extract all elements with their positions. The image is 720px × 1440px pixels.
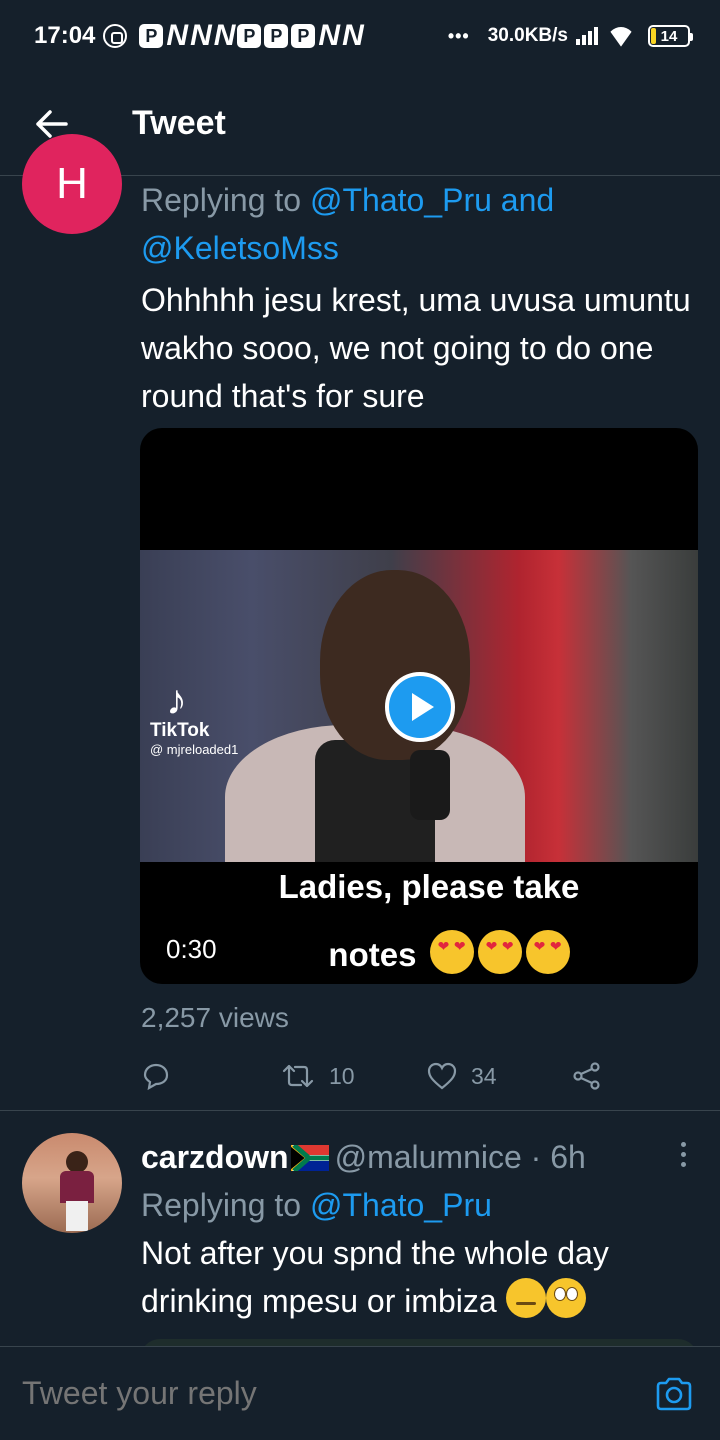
tweet-body: Replying to @Thato_Pru Not after you spn…: [141, 1181, 698, 1325]
battery-level: 14: [660, 27, 678, 45]
notification-p-icon: P: [237, 24, 262, 48]
network-speed: 30.0KB/s: [487, 25, 568, 46]
mention-link[interactable]: @Thato_Pru: [310, 1187, 492, 1223]
notification-n-icon: N: [318, 19, 340, 52]
status-left: 17:04 P N N N P P P N N: [34, 19, 364, 52]
like-count: 34: [471, 1062, 497, 1089]
south-africa-flag-icon: [290, 1145, 329, 1171]
replying-prefix: Replying to: [141, 182, 310, 218]
replying-prefix: Replying to: [141, 1187, 310, 1223]
status-time: 17:04: [34, 22, 96, 49]
retweet-icon: [282, 1064, 314, 1088]
video-duration: 0:30: [164, 932, 219, 967]
share-button[interactable]: [572, 1062, 602, 1090]
mention-and[interactable]: and: [492, 182, 554, 218]
signal-icon: [576, 27, 598, 45]
reply-bar: [0, 1346, 720, 1440]
notification-n-icon: N: [342, 19, 364, 52]
handle-and-time: @malumnice · 6h: [334, 1139, 586, 1175]
notification-n-icon: N: [166, 19, 188, 52]
heart-icon: [427, 1062, 457, 1090]
play-button[interactable]: [385, 672, 455, 742]
reply-button[interactable]: [141, 1061, 281, 1091]
avatar-figure-head: [66, 1151, 88, 1173]
heart-eyes-emoji-icon: [477, 930, 522, 974]
view-count: 2,257 views: [141, 1002, 289, 1033]
heart-eyes-emoji-icon: [525, 930, 570, 974]
notification-n-icon: N: [213, 19, 236, 52]
smirk-emoji-icon: [505, 1278, 546, 1318]
wifi-icon: [606, 25, 636, 47]
dot-icon: [680, 1161, 686, 1167]
avatar[interactable]: H: [22, 134, 122, 234]
retweet-button[interactable]: 10: [281, 1062, 427, 1090]
mention-link[interactable]: @KeletsoMss: [141, 230, 339, 266]
camera-icon: [656, 1377, 692, 1410]
more-options-button[interactable]: [668, 1139, 698, 1169]
whatsapp-icon: [103, 24, 128, 48]
dot-icon: [680, 1141, 686, 1147]
status-right: ••• 30.0KB/s 14: [447, 25, 693, 47]
notification-n-icon: N: [190, 19, 212, 52]
tiktok-icon: ♪: [166, 676, 187, 723]
tiktok-watermark: ♪ TikTok @ mjreloaded1: [150, 676, 239, 758]
share-icon: [573, 1062, 600, 1090]
tweet-body: Replying to @Thato_Pru and @KeletsoMss O…: [141, 176, 698, 420]
divider: [0, 1110, 720, 1111]
comment-icon: [143, 1063, 169, 1091]
replying-to: Replying to @Thato_Pru and @KeletsoMss: [141, 176, 698, 272]
notification-p-icon: P: [264, 24, 289, 48]
camera-button[interactable]: [652, 1372, 696, 1416]
avatar-figure-legs: [66, 1201, 88, 1231]
like-button[interactable]: 34: [427, 1062, 572, 1090]
microphone-icon: [410, 750, 450, 820]
mention-link[interactable]: @Thato_Pru: [310, 182, 492, 218]
notification-p-icon: P: [139, 24, 164, 48]
heart-eyes-emoji-icon: [429, 930, 474, 974]
tweet-text: Ohhhhh jesu krest, uma uvusa umuntu wakh…: [141, 282, 691, 414]
tiktok-name: TikTok: [150, 720, 210, 741]
tweet-actions: 10 34: [141, 1052, 611, 1100]
video-player[interactable]: ♪ TikTok @ mjreloaded1 Ladies, please ta…: [140, 428, 698, 984]
avatar[interactable]: [22, 1133, 122, 1233]
retweet-count: 10: [329, 1062, 355, 1089]
tiktok-handle: @ mjreloaded1: [150, 742, 239, 757]
avatar-figure-torso: [60, 1171, 94, 1203]
eye-roll-emoji-icon: [545, 1278, 586, 1318]
dot-icon: [680, 1151, 686, 1157]
tweet-author-line: carzdown @malumnice · 6h: [141, 1133, 586, 1181]
tweet-text: Not after you spnd the whole day drinkin…: [141, 1229, 698, 1325]
reply-input[interactable]: [22, 1375, 652, 1412]
caption-text: notes: [328, 936, 417, 973]
more-notifications-icon: •••: [447, 25, 470, 46]
battery-icon: 14: [648, 25, 693, 47]
page-title: Tweet: [132, 104, 226, 142]
notification-p-icon: P: [291, 24, 316, 48]
notification-icons: P N N N P P P N N: [139, 19, 364, 52]
display-name[interactable]: carzdown: [141, 1139, 289, 1175]
replying-to: Replying to @Thato_Pru: [141, 1181, 698, 1229]
video-caption-line-1: Ladies, please take: [278, 868, 580, 905]
status-bar: 17:04 P N N N P P P N N ••• 30.0KB/s 14: [0, 0, 720, 72]
video-caption-line-2: notes: [170, 930, 698, 974]
